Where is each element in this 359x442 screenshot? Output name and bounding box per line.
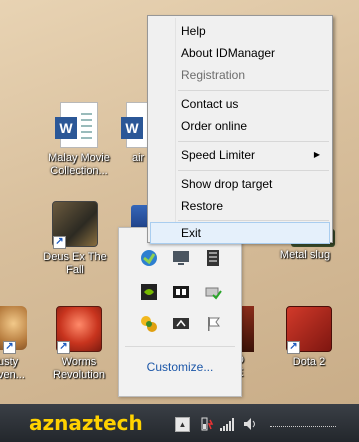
menu-separator: [178, 141, 329, 142]
menu-item-label: Speed Limiter: [181, 148, 256, 162]
menu-item-speed-limiter[interactable]: Speed Limiter ▶: [150, 144, 330, 166]
word-document-icon: W: [55, 102, 103, 150]
menu-item-registration: Registration: [181, 68, 246, 82]
shortcut-arrow-icon: ↗: [53, 236, 66, 249]
idm-tray-icon[interactable]: [139, 248, 159, 268]
desktop-icon-partial[interactable]: ↗ usty ven...: [0, 306, 34, 382]
action-center-flag-icon[interactable]: [203, 314, 223, 334]
show-hidden-icons-button[interactable]: ▲: [175, 417, 190, 432]
desktop-icon-label: Malay Movie Collection...: [48, 152, 110, 177]
safely-remove-hardware-icon[interactable]: [203, 282, 223, 302]
menu-item-order-online[interactable]: Order online: [150, 115, 330, 137]
desktop-icon-label: air: [132, 152, 145, 164]
power-battery-icon[interactable]: [199, 416, 215, 432]
shortcut-arrow-icon: ↗: [57, 341, 70, 354]
desktop-icon-label: Dota 2: [292, 356, 326, 368]
desktop-icon-label: Metal slug: [279, 249, 331, 261]
idm-context-menu: Help About IDManager Registration Contac…: [147, 15, 333, 244]
desktop-icon-deus-ex[interactable]: ↗ Deus Ex The Fall: [38, 201, 112, 277]
customize-link[interactable]: Customize...: [119, 360, 241, 374]
desktop-icon-label: usty ven...: [0, 356, 25, 381]
monitor-icon[interactable]: [171, 248, 191, 268]
taskbar: aznaztech ▲: [0, 404, 359, 442]
menu-item-help[interactable]: Help: [150, 20, 330, 42]
menu-item-show-drop-target[interactable]: Show drop target: [150, 173, 330, 195]
desktop-icon-label: Worms Revolution: [53, 356, 105, 381]
desktop-icon-worms[interactable]: ↗ Worms Revolution: [42, 306, 116, 382]
divider: [125, 346, 235, 347]
desktop-icon-label: Deus Ex The Fall: [43, 251, 107, 276]
menu-item-contact-us[interactable]: Contact us: [150, 93, 330, 115]
submenu-arrow-icon: ▶: [313, 150, 320, 159]
game-icon: ↗: [0, 306, 29, 354]
volume-icon[interactable]: [242, 416, 258, 432]
game-icon: ↗: [51, 201, 99, 249]
nvidia-icon[interactable]: [139, 282, 159, 302]
clock-area[interactable]: [270, 426, 336, 429]
up-arrow-icon: ▲: [178, 420, 187, 429]
dolby-icon[interactable]: [171, 282, 191, 302]
menu-item-restore[interactable]: Restore: [150, 195, 330, 217]
network-icon[interactable]: [219, 416, 235, 432]
menu-item-exit[interactable]: Exit: [150, 222, 330, 244]
desktop-icon-dota2[interactable]: ↗ Dota 2: [272, 306, 346, 369]
game-icon: ↗: [55, 306, 103, 354]
menu-separator: [178, 90, 329, 91]
battery-icon[interactable]: [203, 248, 223, 268]
network-app-icon[interactable]: [139, 314, 159, 334]
menu-separator: [178, 170, 329, 171]
display-settings-icon[interactable]: [171, 314, 191, 334]
tray-overflow-popup: Customize...: [118, 227, 242, 397]
shortcut-arrow-icon: ↗: [3, 341, 16, 354]
desktop-icon-malay-movie[interactable]: W Malay Movie Collection...: [42, 102, 116, 178]
desktop-icon-air[interactable]: W air: [116, 102, 150, 165]
game-icon: ↗: [285, 306, 333, 354]
menu-item-about[interactable]: About IDManager: [150, 42, 330, 64]
shortcut-arrow-icon: ↗: [287, 341, 300, 354]
menu-separator: [178, 220, 329, 221]
brand-watermark: aznaztech: [29, 411, 143, 435]
word-document-icon: W: [116, 102, 150, 150]
